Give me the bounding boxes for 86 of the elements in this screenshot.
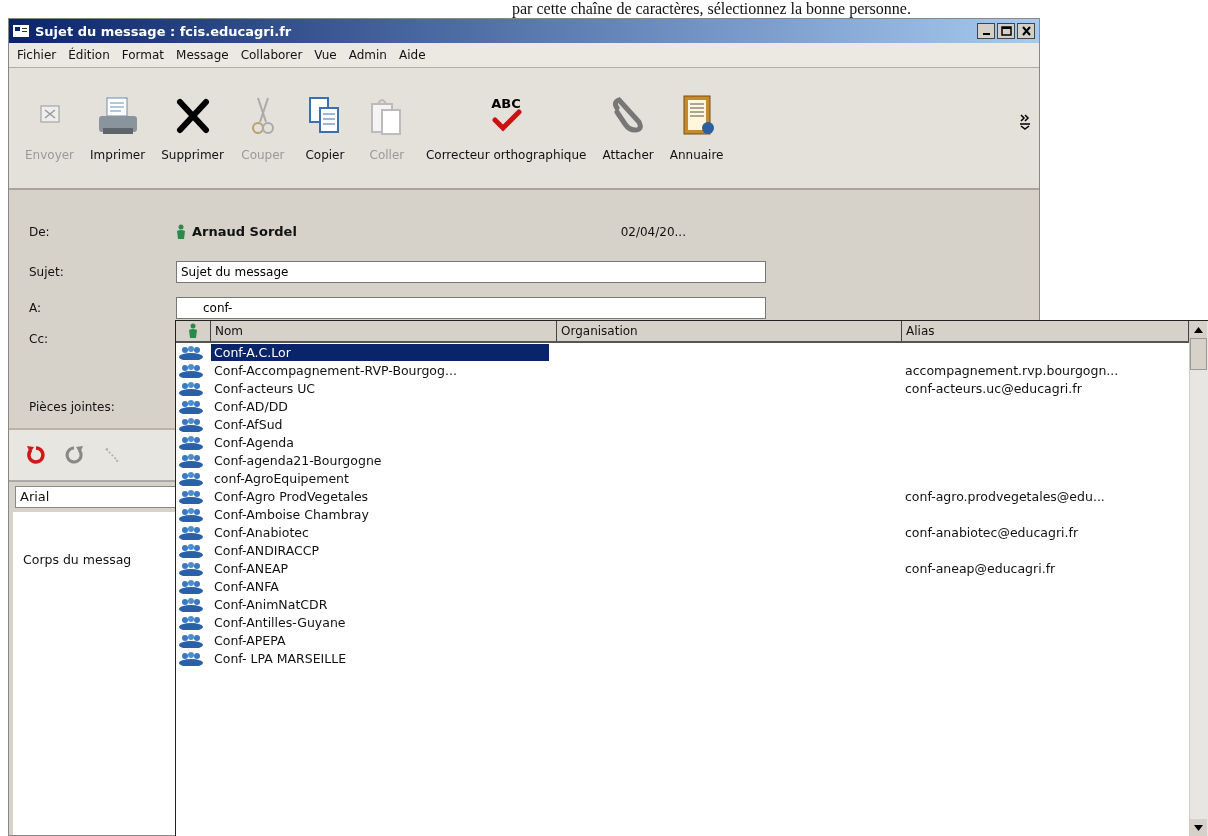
group-icon (178, 542, 204, 558)
group-icon (178, 524, 204, 540)
group-icon (178, 470, 204, 486)
field-label: De: (29, 224, 51, 241)
group-icon (178, 434, 204, 450)
minimize-button[interactable] (977, 23, 995, 39)
contact-name[interactable]: Conf- LPA MARSEILLE (211, 649, 350, 667)
scrollbar[interactable] (1189, 321, 1208, 836)
group-icon (178, 560, 204, 576)
chevron-icon[interactable] (1019, 114, 1031, 130)
group-icon (178, 344, 204, 360)
menu-item[interactable]: Fichier (11, 46, 63, 64)
group-icon (178, 632, 204, 648)
toolbar-button[interactable]: ABC Correcteur orthographique (417, 92, 595, 164)
close-icon (1020, 25, 1032, 37)
group-icon (178, 416, 204, 432)
menu-item[interactable]: Collaborer (234, 46, 309, 64)
contact-name[interactable]: Conf-ANDIRACCP (211, 541, 322, 559)
toolbar-button[interactable]: Annuaire (661, 92, 732, 164)
toolbar-button[interactable]: Imprimer (82, 92, 154, 164)
up-arrow-icon (1194, 326, 1203, 333)
contact-alias: conf-aneap@educagri.fr (904, 560, 1057, 576)
contact-name[interactable]: Conf-agenda21-Bourgogne (211, 451, 385, 469)
scroll-up-button[interactable] (1190, 321, 1207, 338)
sender-name: Arnaud Sordel (192, 223, 297, 241)
group-icon (178, 596, 204, 612)
contact-name[interactable]: Conf-APEPA (211, 631, 289, 649)
contact-name[interactable]: Conf-Agenda (211, 433, 297, 451)
column-header[interactable]: Organisation (557, 321, 902, 341)
message-date: 02/04/20... (620, 224, 686, 241)
down-arrow-icon (1194, 824, 1203, 831)
field-label: Sujet: (29, 264, 65, 281)
field-label: Pièces jointes: (29, 399, 116, 416)
group-icon (178, 650, 204, 666)
toolbar-button[interactable]: Supprimer (153, 92, 232, 164)
contact-alias: accompagnement.rvp.bourgogn... (904, 362, 1120, 378)
contact-name[interactable]: Conf-A.C.Lor (211, 343, 549, 361)
contact-name[interactable]: Conf-ANEAP (211, 559, 292, 577)
toolbar-button[interactable]: Attacher (594, 92, 662, 164)
contact-alias: conf-agro.prodvegetales@edu... (904, 488, 1106, 504)
person-icon (176, 224, 186, 240)
subject-field[interactable]: Sujet du message (176, 261, 766, 283)
menu-item[interactable]: Admin (342, 46, 393, 64)
contact-name[interactable]: Conf-AfSud (211, 415, 286, 433)
scroll-thumb[interactable] (1190, 338, 1207, 370)
group-icon (178, 578, 204, 594)
person-icon (188, 323, 198, 339)
maximize-button[interactable] (997, 23, 1015, 39)
contact-alias: conf-anabiotec@educagri.fr (904, 524, 1080, 540)
group-icon (178, 362, 204, 378)
redo-icon[interactable] (63, 444, 85, 466)
column-header[interactable]: Nom (211, 321, 557, 341)
minimize-icon (982, 33, 990, 35)
mail-window-icon (13, 25, 29, 37)
group-icon (178, 614, 204, 630)
maximize-icon (1000, 25, 1012, 37)
menu-item[interactable]: Vue (308, 46, 343, 64)
contact-name[interactable]: Conf-AD/DD (211, 397, 291, 415)
toolbar-button[interactable]: Copier (293, 92, 356, 164)
contact-name[interactable]: Conf-Accompagnement-RVP-Bourgog... (211, 361, 460, 379)
contact-alias: conf-acteurs.uc@educagri.fr (904, 380, 1083, 396)
menu-item[interactable]: Message (170, 46, 235, 64)
contact-name[interactable]: Conf-ANFA (211, 577, 282, 595)
contact-name[interactable]: Conf-Anabiotec (211, 523, 312, 541)
contact-name[interactable]: Conf-Amboise Chambray (211, 505, 372, 523)
close-button[interactable] (1017, 23, 1035, 39)
contact-name[interactable]: Conf-AnimNatCDR (211, 595, 331, 613)
contact-name[interactable]: Conf-Antilles-Guyane (211, 613, 349, 631)
contact-name[interactable]: conf-AgroEquipement (211, 469, 352, 487)
menu-item[interactable]: Format (115, 46, 171, 64)
recipient-field[interactable]: conf- (176, 297, 766, 319)
group-icon (178, 398, 204, 414)
body-text: Corps du messag (23, 552, 132, 567)
group-icon (178, 452, 204, 468)
document-text: par cette chaîne de caractères, sélectionnez la bonne personne. (511, 0, 912, 18)
field-label: A: (29, 300, 43, 317)
scroll-down-button[interactable] (1190, 819, 1207, 836)
field-label: Cc: (29, 331, 50, 348)
group-icon (178, 506, 204, 522)
contact-name[interactable]: Conf-acteurs UC (211, 379, 319, 397)
undo-icon[interactable] (25, 444, 47, 466)
menu-item[interactable]: Aide (392, 46, 432, 64)
window-title: Sujet du message : fcis.educagri.fr (35, 23, 293, 39)
group-icon (178, 380, 204, 396)
group-icon (178, 488, 204, 504)
menu-item[interactable]: Édition (62, 46, 116, 64)
